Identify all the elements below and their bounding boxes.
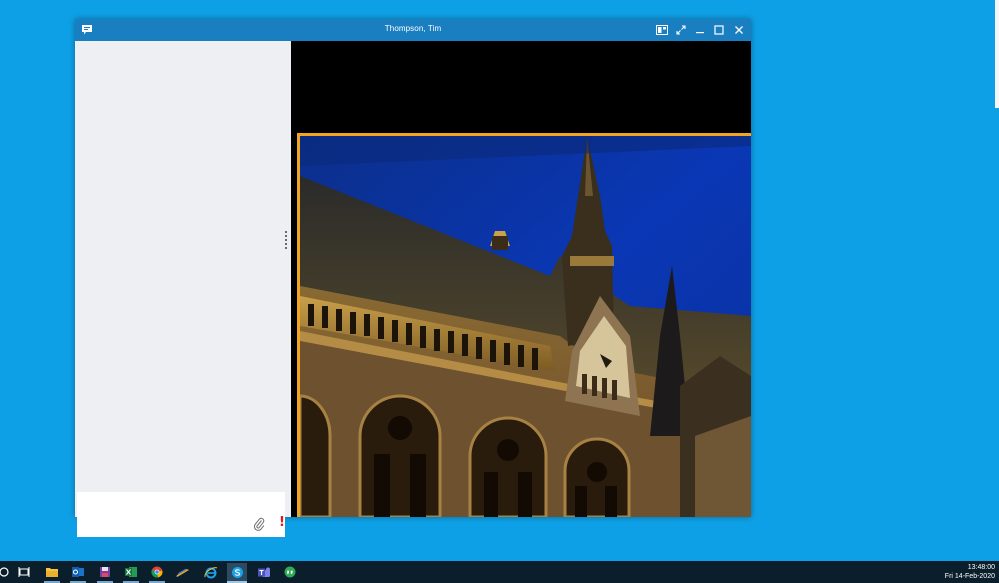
taskbar-file-explorer[interactable] [42,563,62,583]
layout-icon [656,25,668,35]
clock-time: 13:48:00 [967,564,995,571]
pane-splitter-handle[interactable] [285,231,289,249]
task-view-icon [18,567,30,577]
urgent-icon[interactable]: ! [279,516,285,530]
close-icon [735,26,743,34]
taskbar-skype[interactable] [227,563,247,583]
skype-call-window[interactable]: Thompson, Tim ! [75,19,751,537]
minimize-button[interactable] [693,23,707,37]
pen-app-icon [176,568,189,577]
system-clock[interactable]: 13:48:00 Fri 14-Feb-2020 [945,563,995,581]
taskbar-teams[interactable] [254,563,274,581]
save-app-icon [100,567,110,577]
taskbar-outlook[interactable] [68,563,88,583]
windows-taskbar: 13:48:00 Fri 14-Feb-2020 [0,561,999,583]
chrome-icon [151,566,163,578]
layout-button[interactable] [655,23,669,37]
chat-app-icon [284,566,296,578]
search-icon [0,567,9,577]
desktop-window-edge [995,0,999,108]
clock-date: Fri 14-Feb-2020 [944,573,995,580]
maximize-button[interactable] [712,23,726,37]
taskbar-excel[interactable] [121,563,141,583]
window-title: Thompson, Tim [384,24,442,33]
minimize-icon [696,32,704,34]
taskbar-internet-explorer[interactable] [201,563,221,581]
teams-icon [258,567,270,577]
attach-icon[interactable] [253,517,265,531]
taskbar-task-view[interactable] [14,563,34,581]
maximize-icon [714,25,724,35]
fullscreen-icon [676,25,686,35]
chat-pane[interactable]: ! [75,41,291,537]
taskbar-search[interactable] [0,563,14,581]
file-explorer-icon [46,568,58,577]
shared-screen-frame [297,133,751,517]
internet-explorer-icon [204,566,218,578]
taskbar-chrome[interactable] [147,563,167,583]
screen-share-area[interactable] [291,41,751,517]
taskbar-save-app[interactable] [95,563,115,583]
excel-icon [125,567,137,577]
shared-screen-image [300,136,751,517]
skype-icon [231,566,243,578]
outlook-icon [72,567,84,577]
taskbar-chat-app[interactable] [280,563,300,581]
message-compose-box[interactable]: ! [77,492,285,537]
taskbar-pen-app[interactable] [173,563,193,581]
close-button[interactable] [732,23,746,37]
fullscreen-button[interactable] [674,23,688,37]
window-titlebar[interactable]: Thompson, Tim [75,19,751,41]
